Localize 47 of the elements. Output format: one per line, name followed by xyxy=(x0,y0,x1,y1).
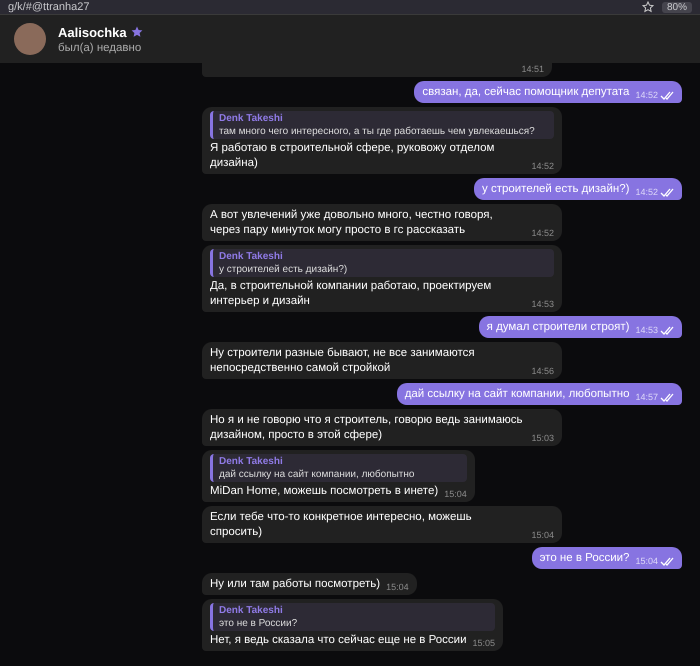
message-time: 14:52 xyxy=(531,160,554,172)
url-text[interactable]: g/k/#@ttranha27 xyxy=(8,1,90,13)
reply-quote[interactable]: Denk Takeshi там много чего интересного, а ты где работаешь чем увлекаешься? xyxy=(210,111,554,139)
message-time: 15:04 xyxy=(386,581,409,593)
message-time: 14:51 xyxy=(521,63,544,75)
reply-quote[interactable]: Denk Takeshi это не в России? xyxy=(210,603,496,631)
message-text: Ну строители разные бывают, не все занимаются непосредственно самой стройкой xyxy=(210,346,476,376)
message-text: дай ссылку на сайт компании, любопытно xyxy=(404,387,630,402)
reply-quote[interactable]: Denk Takeshi дай ссылку на сайт компании, любопытно xyxy=(210,454,467,482)
reply-text: у строителей есть дизайн?) xyxy=(219,263,348,276)
message-time: 15:05 xyxy=(472,637,496,649)
message-text: Но я и не говорю что я строитель, говорю ведь занимаюсь дизайном, просто в этой сфере) xyxy=(210,413,524,443)
reply-text: дай ссылку на сайт компании, любопытно xyxy=(219,468,416,481)
message-text: у строителей есть дизайн?) xyxy=(482,182,630,197)
last-seen-status: был(а) недавно xyxy=(58,42,142,54)
avatar[interactable] xyxy=(14,23,46,55)
message-time: 15:04 xyxy=(635,555,658,567)
message-time: 14:52 xyxy=(635,89,658,101)
message-text: Нет, я ведь сказала что сейчас еще не в России xyxy=(210,633,467,648)
message-text: это не в России? xyxy=(540,551,630,566)
message-text: А вот увлечений уже довольно много, честно говоря, через пару минуток могу просто в гс рассказать xyxy=(210,208,494,238)
message-text: Если тебе что-то конкретное интересно, можешь спросить) xyxy=(210,510,473,540)
message-text: я думал строители строят) xyxy=(486,320,630,335)
message-time: 15:03 xyxy=(531,432,554,444)
star-icon[interactable] xyxy=(642,1,654,13)
message-text: MiDan Home, можешь посмотреть в инете) xyxy=(210,484,438,499)
message-time: 14:52 xyxy=(635,186,658,198)
contact-name: Aalisochka xyxy=(58,24,127,40)
reply-author: Denk Takeshi xyxy=(219,455,284,468)
reply-quote[interactable]: Denk Takeshi у строителей есть дизайн?) xyxy=(210,249,554,277)
message-time: 14:52 xyxy=(531,227,554,239)
message-time: 15:04 xyxy=(444,488,467,500)
message-text: Я работаю в строительной сфере, руковожу отделом дизайна) xyxy=(210,141,496,171)
message-time: 14:56 xyxy=(531,365,554,377)
message-time: 14:53 xyxy=(531,298,554,310)
reply-author: Denk Takeshi xyxy=(219,604,284,617)
message-time: 14:57 xyxy=(635,391,658,403)
zoom-level[interactable]: 80% xyxy=(662,2,692,12)
message-time: 15:04 xyxy=(531,529,554,541)
reply-text: это не в России? xyxy=(219,617,298,630)
message-text: Да, в строительной компании работаю, проектируем интерьер и дизайн xyxy=(210,279,492,309)
reply-author: Denk Takeshi xyxy=(219,112,284,125)
reply-author: Denk Takeshi xyxy=(219,250,284,263)
message-text: связан, да, сейчас помощник депутата xyxy=(422,85,630,100)
reply-text: там много чего интересного, а ты где работаешь чем увлекаешься? xyxy=(219,125,536,138)
message-time: 14:53 xyxy=(635,324,658,336)
message-text: Ну или там работы посмотреть) xyxy=(210,577,380,592)
